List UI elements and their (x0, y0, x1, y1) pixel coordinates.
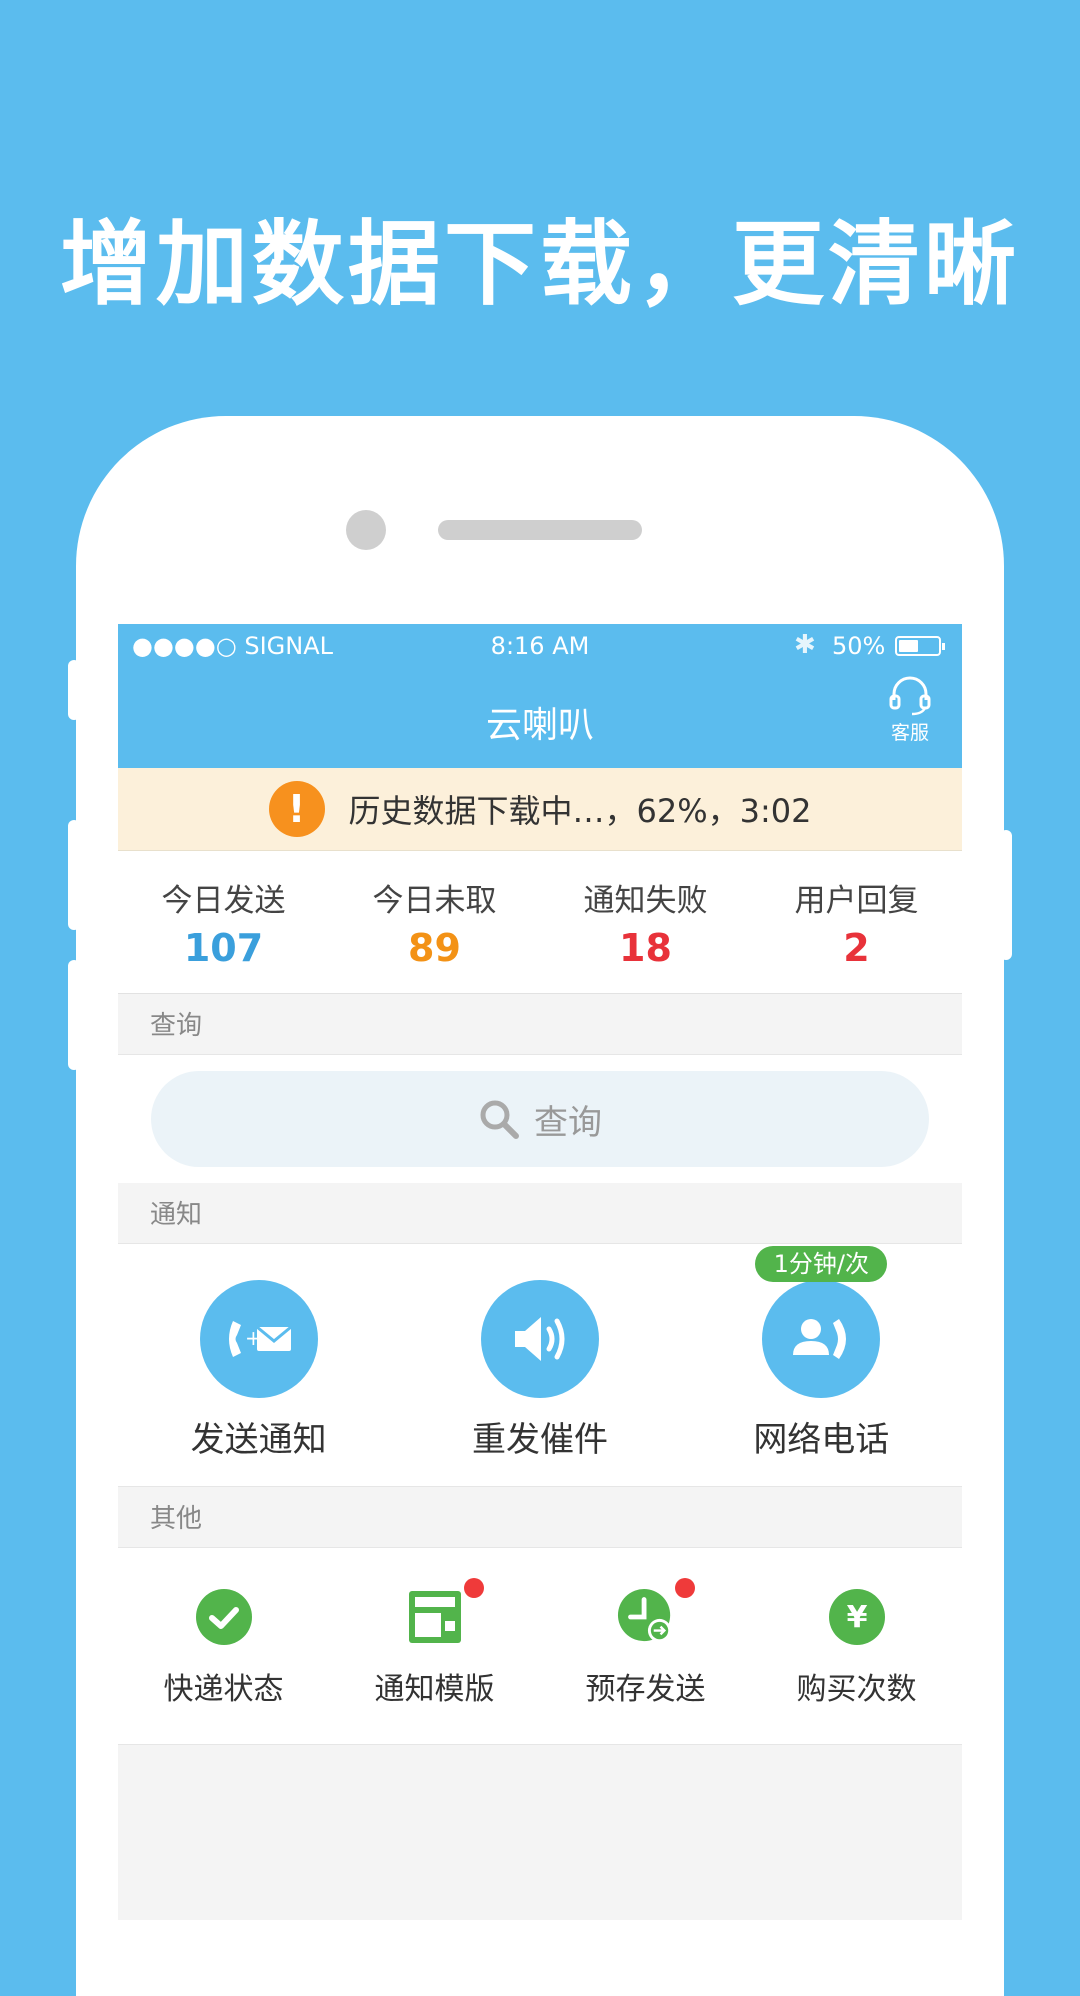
buy-credits-button[interactable]: ¥ 购买次数 (751, 1548, 962, 1744)
app-screen: ●●●●○ SIGNAL 8:16 AM ✱ 50% 云喇叭 客服 ! 历史数据… (118, 624, 962, 1920)
notify-label: 重发催件 (471, 1420, 608, 1460)
speaker-icon (480, 1280, 599, 1398)
status-bar: ●●●●○ SIGNAL 8:16 AM ✱ 50% (118, 624, 962, 670)
other-label: 快递状态 (163, 1672, 284, 1707)
stat-label: 通知失败 (583, 883, 708, 919)
stats-row: 今日发送 107 今日未取 89 通知失败 18 用户回复 2 (118, 851, 962, 994)
section-notify-header: 通知 (118, 1183, 962, 1244)
stat-user-replies[interactable]: 用户回复 2 (751, 851, 962, 993)
phone-mail-icon: + (199, 1280, 318, 1398)
battery-percent: 50% (832, 632, 886, 660)
download-banner: ! 历史数据下载中…，62%，3:02 (118, 768, 962, 851)
stat-value: 2 (843, 926, 870, 970)
search-placeholder: 查询 (534, 1102, 602, 1143)
unread-dot (674, 1578, 695, 1598)
rate-badge: 1分钟/次 (755, 1246, 888, 1282)
clock-send-icon (617, 1578, 695, 1646)
notify-label: 网络电话 (753, 1420, 890, 1460)
internet-call-button[interactable]: 1分钟/次 网络电话 (681, 1244, 962, 1486)
section-other-header: 其他 (118, 1487, 962, 1548)
top-bar: ●●●●○ SIGNAL 8:16 AM ✱ 50% 云喇叭 客服 (118, 624, 962, 768)
notify-template-button[interactable]: 通知模版 (329, 1548, 540, 1744)
stat-notify-failed[interactable]: 通知失败 18 (540, 851, 751, 993)
phone-speaker (438, 520, 642, 540)
stat-not-picked-today[interactable]: 今日未取 89 (329, 851, 540, 993)
resend-reminder-button[interactable]: 重发催件 (399, 1244, 680, 1486)
svg-text:¥: ¥ (846, 1600, 867, 1635)
headline: 增加数据下载，更清晰 (59, 211, 1020, 318)
banner-text: 历史数据下载中…，62%，3:02 (348, 792, 812, 830)
app-title: 云喇叭 (485, 705, 594, 746)
stat-label: 今日未取 (372, 883, 497, 919)
phone-side-button (68, 960, 80, 1070)
search-button[interactable]: 查询 (151, 1071, 929, 1167)
phone-side-button (68, 660, 80, 720)
template-icon (406, 1578, 484, 1646)
phone-side-button (1000, 830, 1012, 960)
other-label: 通知模版 (374, 1672, 495, 1707)
section-query-header: 查询 (118, 994, 962, 1055)
other-label: 预存发送 (585, 1672, 706, 1707)
stat-label: 今日发送 (161, 883, 286, 919)
stat-value: 89 (408, 926, 461, 970)
customer-service-button[interactable]: 客服 (874, 676, 946, 745)
headset-icon (889, 676, 931, 716)
yen-circle-icon: ¥ (828, 1588, 886, 1646)
phone-camera (346, 510, 386, 550)
user-phone-icon (762, 1280, 881, 1398)
service-label: 客服 (890, 722, 929, 744)
other-grid: 快递状态 通知模版 预存发送 ¥ 购买次数 (118, 1548, 962, 1745)
battery-icon (895, 636, 945, 656)
delivery-status-button[interactable]: 快递状态 (118, 1548, 329, 1744)
stat-label: 用户回复 (794, 883, 919, 919)
notify-grid: + 发送通知 重发催件 1分钟/次 网络电话 (118, 1244, 962, 1487)
unread-dot (463, 1578, 484, 1598)
search-icon (480, 1100, 519, 1139)
stat-value: 107 (183, 926, 264, 970)
stat-value: 18 (619, 926, 672, 970)
search-section: 查询 (118, 1055, 962, 1183)
stat-sent-today[interactable]: 今日发送 107 (118, 851, 329, 993)
scheduled-send-button[interactable]: 预存发送 (540, 1548, 751, 1744)
warning-icon: ! (268, 781, 325, 837)
phone-side-button (68, 820, 80, 930)
bluetooth-icon: ✱ (794, 630, 816, 660)
other-label: 购买次数 (796, 1672, 917, 1707)
notify-label: 发送通知 (190, 1420, 327, 1460)
send-notification-button[interactable]: + 发送通知 (118, 1244, 399, 1486)
check-circle-icon (195, 1588, 253, 1646)
